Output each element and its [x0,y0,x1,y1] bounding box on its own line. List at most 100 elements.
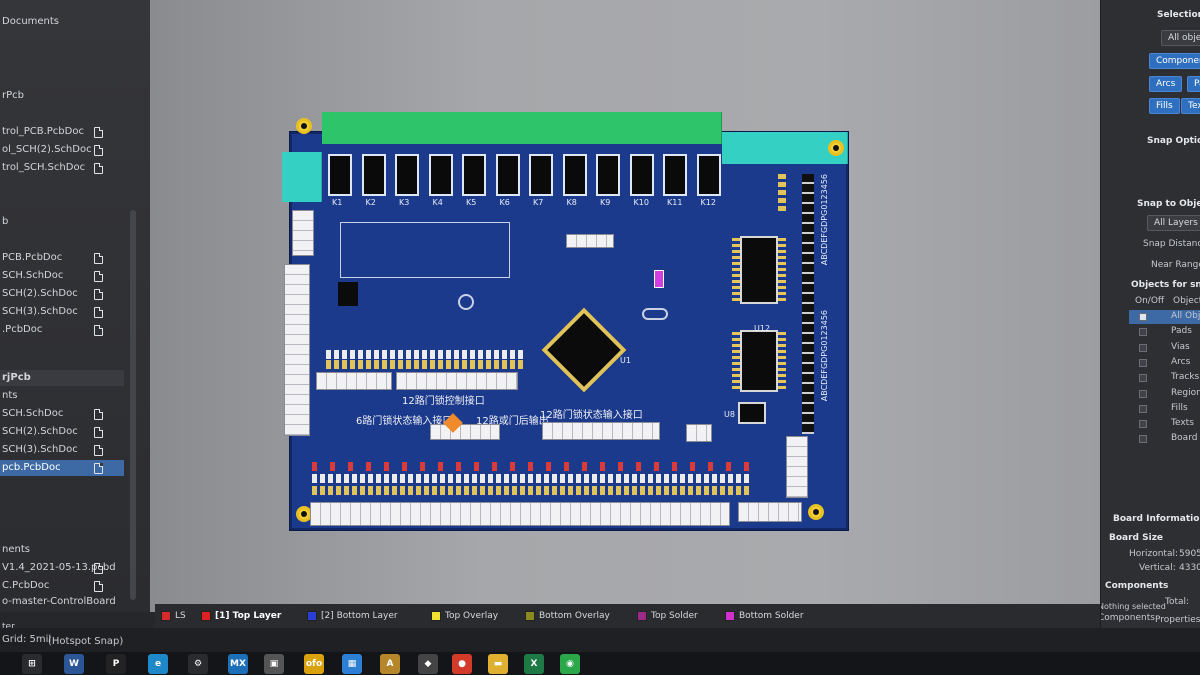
project-tree-item[interactable]: SCH.SchDoc [0,406,63,422]
explorer-icon[interactable]: ▬ [488,654,508,674]
project-tree-item[interactable]: SCH(3).SchDoc [0,442,78,458]
layer-tab[interactable]: [1] Top Layer [201,609,281,623]
layer-color-swatch [431,611,441,621]
document-icon [94,145,103,156]
layer-color-swatch [637,611,647,621]
connector-12way [542,422,660,440]
all-layers-button[interactable]: All Layers [1147,215,1200,231]
board-information-heading[interactable]: Board Information [1113,514,1200,524]
altium-icon[interactable]: A [380,654,400,674]
selection-filter-heading: Selection Filter [1157,10,1200,20]
mcu-chip-u1 [541,307,627,393]
project-tree-item[interactable]: nents [0,542,30,558]
snap-object-row[interactable]: Arcs [1129,356,1200,370]
project-tree-item[interactable]: b [0,214,8,230]
all-objects-button[interactable]: All objects [1161,30,1200,46]
excel-icon[interactable]: X [524,654,544,674]
layer-tab[interactable]: [2] Bottom Layer [307,609,398,623]
grid-status: Grid: 5mil [2,634,52,645]
vertical-label: Vertical: [1139,563,1176,573]
mx-icon[interactable]: MX [228,654,248,674]
document-icon [94,307,103,318]
snap-checkbox[interactable] [1139,389,1147,398]
snap-object-row[interactable]: Tracks [1129,371,1200,385]
p-app-icon[interactable]: P [106,654,126,674]
connector-row-left [316,372,392,390]
project-tree-item[interactable]: ol_SCH(2).SchDoc [0,142,92,158]
chrome-icon[interactable]: ● [452,654,472,674]
relay-label: K6 [499,198,510,207]
text-filter-button[interactable]: Text [1181,98,1200,114]
snap-checkbox[interactable] [1139,313,1147,321]
fills-filter-button[interactable]: Fills [1149,98,1180,114]
project-tree-item[interactable]: o-master-ControlBoard [0,594,116,610]
layer-tab-label: Top Overlay [445,611,499,621]
snap-object-row[interactable]: Regions [1129,387,1200,401]
vs-icon[interactable]: ◆ [418,654,438,674]
snap-checkbox[interactable] [1139,420,1147,429]
folder-app-icon[interactable]: ▣ [264,654,284,674]
snap-object-row[interactable]: Texts [1129,417,1200,431]
edge-icon[interactable]: e [148,654,168,674]
snap-checkbox[interactable] [1139,358,1147,367]
project-tree-item[interactable]: .PcbDoc [0,322,42,338]
project-tree-item[interactable]: SCH(3).SchDoc [0,304,78,320]
wechat-icon[interactable]: ◉ [560,654,580,674]
snap-checkbox[interactable] [1139,374,1147,383]
snap-checkbox[interactable] [1139,404,1147,413]
relay-10 [629,154,654,196]
project-tree-item[interactable]: Documents [0,14,59,30]
snap-checkbox[interactable] [1139,435,1147,444]
pads-filter-button[interactable]: Pads [1187,76,1200,92]
layer-tab[interactable]: Top Overlay [431,609,498,623]
layer-tab[interactable]: LS [161,609,186,623]
project-tree-item[interactable]: nts [0,388,17,404]
terminal-block-green [322,112,722,144]
project-tree-item[interactable]: pcb.PcbDoc [0,460,124,476]
snap-checkbox[interactable] [1139,343,1147,352]
settings-icon[interactable]: ⚙ [188,654,208,674]
arcs-filter-button[interactable]: Arcs [1149,76,1183,92]
project-tree-item[interactable]: C.PcbDoc [0,578,49,594]
snap-checkbox[interactable] [1139,328,1147,337]
relay-2 [361,154,386,196]
word-icon[interactable]: W [64,654,84,674]
properties-tab[interactable]: Properties [1155,615,1200,625]
projects-scrollbar[interactable] [130,210,136,600]
pcb-board[interactable]: K1 K2 K3 K4 K5 K6 K7 K8 K9 K10 K11 K12 U1 U12 U8 AB… [282,112,848,530]
snap-object-row[interactable]: Fills [1129,402,1200,416]
components-tab[interactable]: Components [1101,613,1155,623]
relay-label: K11 [667,198,683,207]
snap-options-heading[interactable]: Snap Options [1147,136,1200,146]
ic-pins [778,238,786,302]
snap-object-row[interactable]: All Objects [1129,310,1200,324]
layer-tab[interactable]: Bottom Solder [725,609,804,623]
ic-pins [732,332,740,390]
project-tree-item[interactable]: trol_SCH.SchDoc [0,160,85,176]
module-outline [340,222,510,278]
project-tree-item[interactable]: rPcb [0,88,24,104]
crystal-x1 [654,270,664,288]
task-view-icon[interactable]: ⊞ [22,654,42,674]
project-tree-item[interactable]: SCH(2).SchDoc [0,424,78,440]
project-tree-item[interactable]: SCH.SchDoc [0,268,63,284]
components-filter-button[interactable]: Components [1149,53,1200,69]
ofo-icon[interactable]: ofo [304,654,324,674]
calculator-icon[interactable]: ▦ [342,654,362,674]
snap-object-row[interactable]: Board Shape [1129,432,1200,446]
project-tree-item[interactable]: rjPcb [0,370,124,386]
label-u8: U8 [724,410,735,419]
silk-alpha-upper: ABCDEFGDPG0123456 [820,174,829,266]
project-tree-item[interactable]: trol_PCB.PcbDoc [0,124,84,140]
snap-object-row[interactable]: Vias [1129,341,1200,355]
project-tree-item[interactable]: SCH(2).SchDoc [0,286,78,302]
project-tree-item[interactable]: PCB.PcbDoc [0,250,62,266]
header-small [778,174,786,214]
pcb-editor-canvas[interactable]: K1 K2 K3 K4 K5 K6 K7 K8 K9 K10 K11 K12 U1 U12 U8 AB… [150,0,1100,612]
layer-tab[interactable]: Bottom Overlay [525,609,610,623]
crystal-x2 [642,308,668,320]
relay-label: K2 [365,198,376,207]
snap-object-row[interactable]: Pads [1129,325,1200,339]
layer-tab[interactable]: Top Solder [637,609,698,623]
snap-status: (Hotspot Snap) [48,636,124,647]
